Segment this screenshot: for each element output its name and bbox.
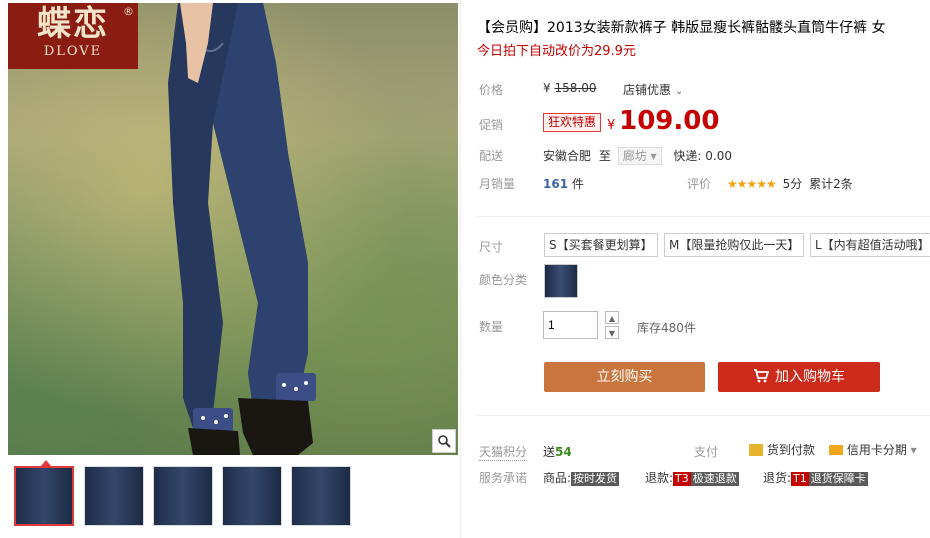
brand-logo: 蝶恋 DLOVE ®: [8, 3, 138, 69]
chevron-down-icon: ▾: [650, 149, 657, 163]
service-return: 退货: T1 退货保障卡: [763, 469, 868, 486]
promo-tag-text: 狂欢特惠: [543, 113, 602, 132]
quantity-decrease-button[interactable]: ▼: [605, 326, 619, 339]
payment-credit: 信用卡分期 ▾: [829, 441, 917, 458]
search-icon[interactable]: [432, 429, 456, 453]
section-divider: [477, 415, 930, 416]
section-divider: [477, 216, 930, 217]
product-subtitle: 今日拍下自动改价为29.9元: [477, 44, 636, 59]
goods-badge: 按时发货: [571, 472, 620, 486]
thumbnail-1[interactable]: [14, 460, 74, 526]
shop-discount-toggle[interactable]: 店铺优惠 ⌄: [623, 81, 683, 98]
size-option-m[interactable]: M【限量抢购仅此一天】: [664, 233, 805, 257]
return-badge: 退货保障卡: [808, 472, 868, 486]
service-label: 服务承诺: [479, 471, 528, 485]
thumbnail-3[interactable]: [153, 466, 213, 526]
sales-count: 161 件: [543, 175, 584, 192]
brand-name-cn: 蝶恋: [37, 4, 109, 44]
original-price-value: 158.00: [554, 81, 597, 95]
payment-credit-label: 信用卡分期: [846, 443, 907, 457]
star-rating-icon: ★★★★★: [727, 177, 777, 191]
service-goods: 商品: 按时发货: [543, 469, 620, 486]
refund-code: T3: [673, 472, 691, 486]
payment-cod: 货到付款: [749, 441, 815, 458]
registered-mark: ®: [123, 5, 134, 18]
sales-unit: 件: [571, 177, 584, 191]
points-label[interactable]: 天猫积分: [479, 443, 528, 461]
review-count: 累计2条: [809, 177, 853, 191]
delivery-to-word: 至: [598, 149, 611, 163]
thumbnail-2[interactable]: [84, 466, 144, 526]
size-label: 尺寸: [479, 240, 504, 254]
points-value: 送54: [543, 443, 572, 460]
column-divider: [460, 0, 461, 538]
size-option-s[interactable]: S【买套餐更划算】: [544, 233, 658, 257]
credit-card-icon: [829, 445, 843, 455]
add-to-cart-label: 加入购物车: [775, 369, 845, 385]
delivery-from: 安徽合肥: [543, 149, 592, 163]
main-product-image[interactable]: 蝶恋 DLOVE ®: [8, 3, 458, 455]
color-option-thumbnail[interactable]: [544, 264, 578, 298]
rating-label: 评价: [687, 177, 712, 191]
service-refund: 退款: T3 极速退款: [645, 469, 739, 486]
promo-price: ¥ 109.00: [607, 106, 719, 136]
promo-tag: 狂欢特惠: [543, 113, 602, 132]
payment-label: 支付: [694, 445, 719, 459]
size-option-l[interactable]: L【内有超值活动哦】: [810, 233, 930, 257]
rating-summary[interactable]: ★★★★★ 5分 累计2条: [727, 175, 853, 192]
sales-label: 月销量: [479, 177, 516, 191]
delivery-destination-select[interactable]: 廊坊 ▾: [617, 147, 662, 165]
stock-count: 库存480件: [637, 321, 696, 335]
payment-cod-label: 货到付款: [766, 443, 815, 457]
thumbnail-5[interactable]: [291, 466, 351, 526]
sales-count-value: 161: [543, 177, 569, 191]
goods-label: 商品:: [543, 471, 572, 485]
product-gallery: 蝶恋 DLOVE ®: [0, 0, 462, 538]
price-label: 价格: [479, 83, 504, 97]
original-price: ¥ 158.00: [543, 81, 596, 95]
delivery-to: 廊坊: [622, 149, 647, 163]
points-prefix: 送: [543, 445, 556, 459]
cart-icon: [754, 369, 770, 383]
promo-price-value: 109.00: [619, 106, 720, 136]
shop-discount-label: 店铺优惠: [623, 83, 672, 97]
promo-label: 促销: [479, 118, 504, 132]
cod-icon: [749, 444, 763, 456]
thumbnail-4[interactable]: [222, 466, 282, 526]
currency-symbol: ¥: [543, 81, 551, 95]
jeans-illustration: [168, 3, 316, 455]
delivery-info: 安徽合肥 至 廊坊 ▾ 快递: 0.00: [543, 147, 732, 165]
chevron-down-icon: ⌄: [674, 86, 684, 97]
add-to-cart-button[interactable]: 加入购物车: [718, 362, 880, 392]
quantity-increase-button[interactable]: ▲: [605, 311, 619, 324]
return-label: 退货:: [763, 471, 792, 485]
rating-score: 5分: [782, 177, 803, 191]
promo-currency: ¥: [607, 118, 616, 133]
express-fee: 快递: 0.00: [673, 149, 732, 163]
delivery-label: 配送: [479, 149, 504, 163]
refund-badge: 极速退款: [690, 472, 739, 486]
buy-now-button[interactable]: 立刻购买: [544, 362, 705, 392]
quantity-label: 数量: [479, 320, 504, 334]
product-info: 【会员购】2013女装新款裤子 韩版显瘦长裤骷髅头直筒牛仔裤 女 今日拍下自动改…: [477, 0, 930, 538]
points-number: 54: [555, 445, 572, 459]
return-code: T1: [791, 472, 809, 486]
active-caret: [41, 460, 51, 466]
brand-name-en: DLOVE: [43, 44, 103, 59]
color-label: 颜色分类: [479, 273, 528, 287]
product-title: 【会员购】2013女装新款裤子 韩版显瘦长裤骷髅头直筒牛仔裤 女: [477, 20, 886, 36]
chevron-down-icon[interactable]: ▾: [911, 443, 917, 457]
refund-label: 退款:: [645, 471, 674, 485]
quantity-input[interactable]: [543, 311, 598, 339]
